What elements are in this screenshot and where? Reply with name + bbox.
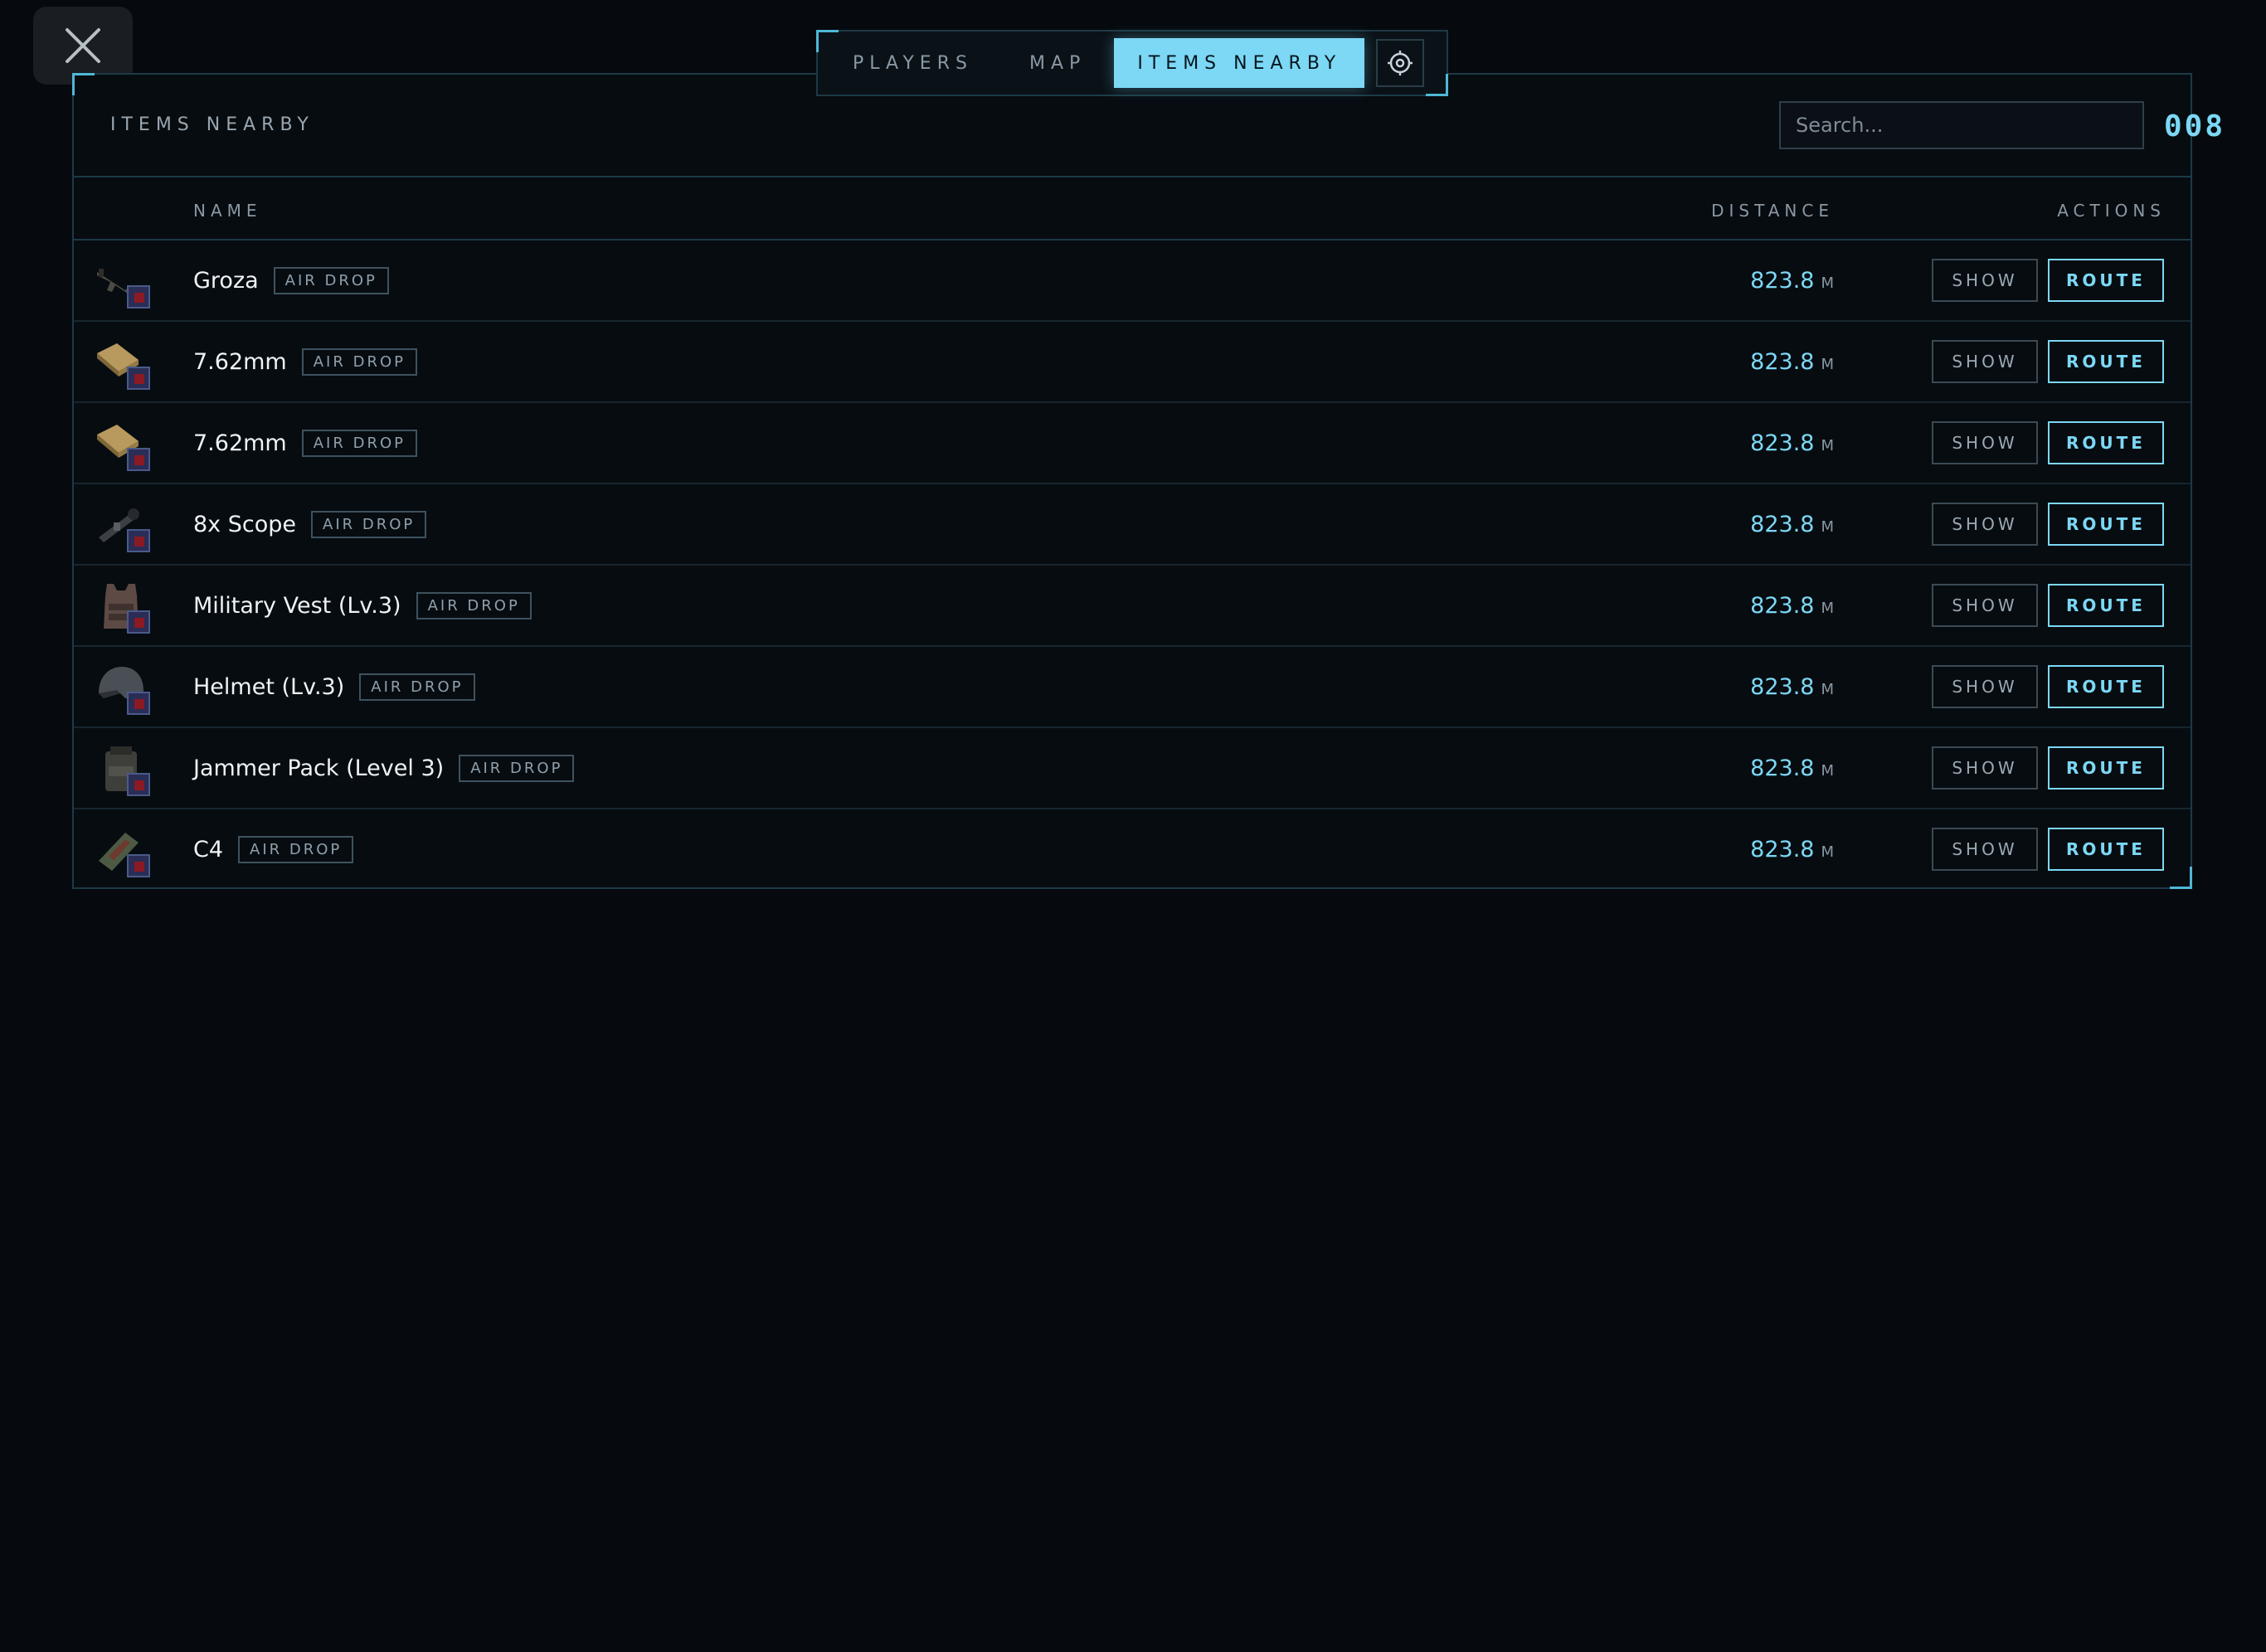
item-tag: AIR DROP xyxy=(238,835,354,863)
item-distance: 823.8 M xyxy=(1750,403,1834,483)
distance-unit: M xyxy=(1821,761,1834,780)
scope-icon xyxy=(92,498,150,552)
close-icon xyxy=(66,28,100,63)
item-name: 7.62mm xyxy=(193,430,287,456)
column-header-name: NAME xyxy=(193,201,262,221)
distance-value: 823.8 xyxy=(1750,673,1815,700)
tab-players[interactable]: PLAYERS xyxy=(824,38,1001,88)
items-panel: ITEMS NEARBY 008 NAME DISTANCE ACTIONS G… xyxy=(72,73,2223,891)
airdrop-badge-icon xyxy=(127,854,150,877)
distance-value: 823.8 xyxy=(1750,836,1815,862)
tab-map[interactable]: MAP xyxy=(1001,38,1114,88)
route-button[interactable]: ROUTE xyxy=(2048,421,2164,464)
airdrop-badge-icon xyxy=(127,773,150,796)
locate-button[interactable] xyxy=(1376,39,1425,87)
show-button[interactable]: SHOW xyxy=(1932,340,2038,383)
route-button[interactable]: ROUTE xyxy=(2048,259,2164,302)
table-row[interactable]: Helmet (Lv.3) AIR DROP 823.8 M SHOW ROUT… xyxy=(74,647,2191,728)
distance-value: 823.8 xyxy=(1750,511,1815,537)
item-tag: AIR DROP xyxy=(416,591,532,620)
airdrop-badge-icon xyxy=(127,692,150,715)
show-button[interactable]: SHOW xyxy=(1932,259,2038,302)
item-name: 7.62mm xyxy=(193,348,287,375)
ammo-box-icon xyxy=(92,416,150,471)
item-tag: AIR DROP xyxy=(359,673,475,701)
airdrop-badge-icon xyxy=(127,285,150,309)
column-header-row: NAME DISTANCE ACTIONS xyxy=(74,177,2191,241)
show-button[interactable]: SHOW xyxy=(1932,584,2038,627)
route-button[interactable]: ROUTE xyxy=(2048,828,2164,871)
panel-title: ITEMS NEARBY xyxy=(110,114,314,135)
table-row[interactable]: C4 AIR DROP 823.8 M SHOW ROUTE xyxy=(74,809,2191,891)
show-button[interactable]: SHOW xyxy=(1932,746,2038,790)
distance-value: 823.8 xyxy=(1750,755,1815,781)
backpack-icon xyxy=(92,741,150,796)
distance-value: 823.8 xyxy=(1750,348,1815,375)
tab-bar: PLAYERS MAP ITEMS NEARBY xyxy=(816,30,1448,96)
distance-unit: M xyxy=(1821,355,1834,373)
table-row[interactable]: Groza AIR DROP 823.8 M SHOW ROUTE xyxy=(74,241,2191,322)
table-row[interactable]: Military Vest (Lv.3) AIR DROP 823.8 M SH… xyxy=(74,566,2191,647)
item-name: Groza xyxy=(193,267,259,294)
table-row[interactable]: 8x Scope AIR DROP 823.8 M SHOW ROUTE xyxy=(74,484,2191,566)
item-distance: 823.8 M xyxy=(1750,484,1834,564)
airdrop-badge-icon xyxy=(127,610,150,634)
vest-icon xyxy=(92,579,150,634)
distance-unit: M xyxy=(1821,517,1834,536)
airdrop-badge-icon xyxy=(127,367,150,390)
item-name: C4 xyxy=(193,836,224,862)
distance-value: 823.8 xyxy=(1750,267,1815,294)
item-distance: 823.8 M xyxy=(1750,566,1834,645)
show-button[interactable]: SHOW xyxy=(1932,665,2038,708)
item-distance: 823.8 M xyxy=(1750,809,1834,889)
show-button[interactable]: SHOW xyxy=(1932,503,2038,546)
table-row[interactable]: Jammer Pack (Level 3) AIR DROP 823.8 M S… xyxy=(74,728,2191,809)
item-name: 8x Scope xyxy=(193,511,296,537)
item-distance: 823.8 M xyxy=(1750,728,1834,808)
airdrop-badge-icon xyxy=(127,529,150,552)
distance-value: 823.8 xyxy=(1750,430,1815,456)
explosive-icon xyxy=(92,823,150,877)
item-list: Groza AIR DROP 823.8 M SHOW ROUTE 7.62mm… xyxy=(74,241,2191,891)
route-button[interactable]: ROUTE xyxy=(2048,665,2164,708)
crosshair-icon xyxy=(1388,51,1413,75)
distance-unit: M xyxy=(1821,680,1834,698)
item-distance: 823.8 M xyxy=(1750,241,1834,320)
item-name: Helmet (Lv.3) xyxy=(193,673,345,700)
item-name: Military Vest (Lv.3) xyxy=(193,592,401,619)
tab-items-nearby[interactable]: ITEMS NEARBY xyxy=(1114,38,1365,88)
item-distance: 823.8 M xyxy=(1750,322,1834,401)
item-tag: AIR DROP xyxy=(273,266,389,294)
corner-accent xyxy=(1426,74,1448,96)
ammo-box-icon xyxy=(92,335,150,390)
show-button[interactable]: SHOW xyxy=(1932,421,2038,464)
search-input[interactable] xyxy=(1779,101,2144,149)
table-row[interactable]: 7.62mm AIR DROP 823.8 M SHOW ROUTE xyxy=(74,322,2191,403)
item-tag: AIR DROP xyxy=(301,429,417,457)
route-button[interactable]: ROUTE xyxy=(2048,340,2164,383)
item-tag: AIR DROP xyxy=(301,347,417,376)
distance-value: 823.8 xyxy=(1750,592,1815,619)
item-count: 008 xyxy=(2164,109,2226,143)
corner-accent xyxy=(816,30,839,52)
route-button[interactable]: ROUTE xyxy=(2048,746,2164,790)
distance-unit: M xyxy=(1821,843,1834,861)
airdrop-badge-icon xyxy=(127,448,150,471)
show-button[interactable]: SHOW xyxy=(1932,828,2038,871)
table-row[interactable]: 7.62mm AIR DROP 823.8 M SHOW ROUTE xyxy=(74,403,2191,484)
item-tag: AIR DROP xyxy=(459,754,575,782)
rifle-icon xyxy=(92,254,150,309)
helmet-icon xyxy=(92,660,150,715)
route-button[interactable]: ROUTE xyxy=(2048,503,2164,546)
distance-unit: M xyxy=(1821,599,1834,617)
distance-unit: M xyxy=(1821,274,1834,292)
item-name: Jammer Pack (Level 3) xyxy=(193,755,445,781)
item-distance: 823.8 M xyxy=(1750,647,1834,726)
distance-unit: M xyxy=(1821,436,1834,454)
column-header-actions: ACTIONS xyxy=(2057,201,2166,221)
item-tag: AIR DROP xyxy=(311,510,427,538)
column-header-distance: DISTANCE xyxy=(1711,201,1834,221)
route-button[interactable]: ROUTE xyxy=(2048,584,2164,627)
